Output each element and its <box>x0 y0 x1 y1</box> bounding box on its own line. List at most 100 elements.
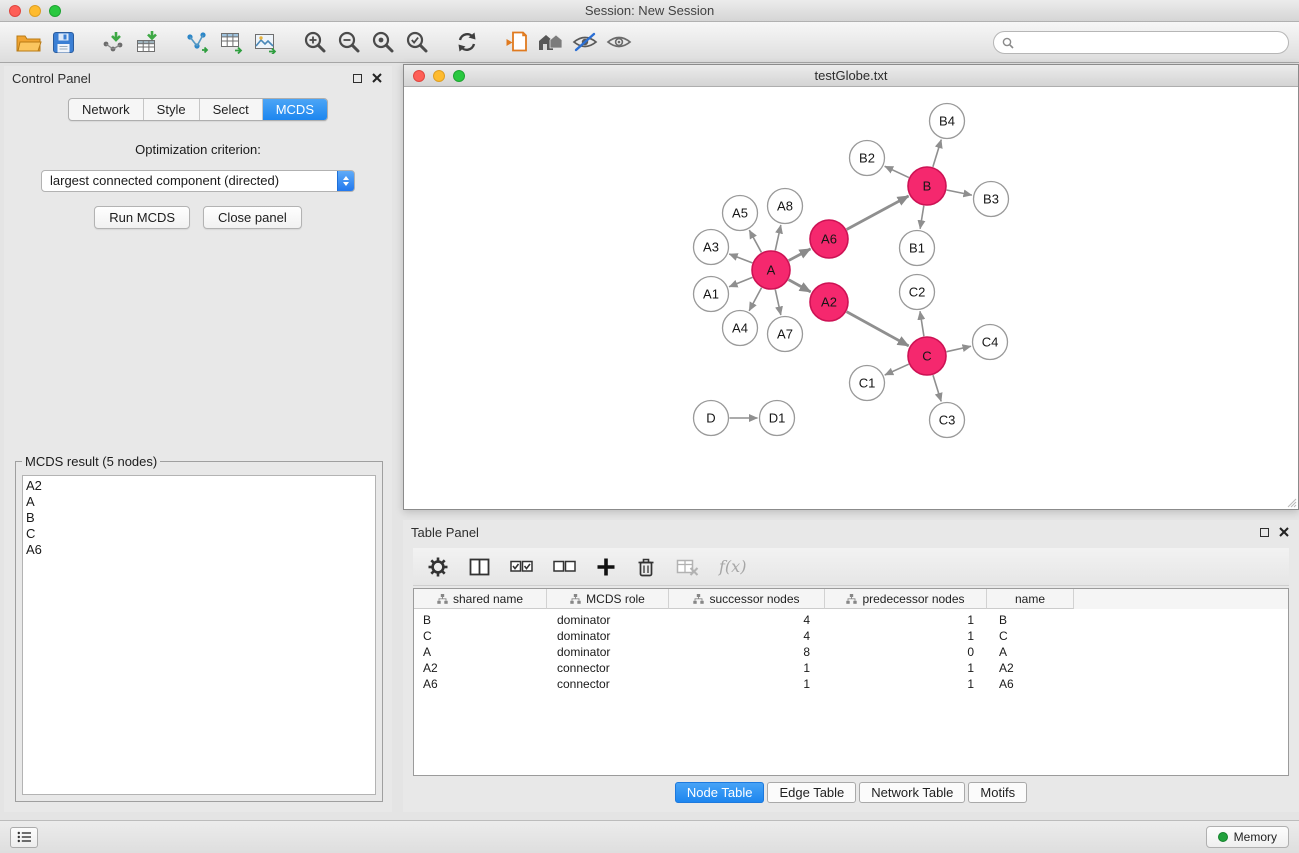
tab-edge-table[interactable]: Edge Table <box>767 782 856 803</box>
mcds-result-item[interactable]: A6 <box>26 542 375 558</box>
close-window-button[interactable] <box>9 5 21 17</box>
deselect-all-button[interactable] <box>553 554 576 580</box>
table-cell[interactable]: A6 <box>987 676 1074 692</box>
table-cell[interactable]: 1 <box>825 612 987 628</box>
delete-table-button[interactable] <box>676 554 699 580</box>
tab-motifs[interactable]: Motifs <box>968 782 1027 803</box>
tab-style[interactable]: Style <box>143 99 199 120</box>
select-all-button[interactable] <box>510 554 533 580</box>
table-cell[interactable]: 4 <box>669 628 825 644</box>
memory-button[interactable]: Memory <box>1206 826 1289 848</box>
graph-edge-B-B2[interactable] <box>885 166 909 177</box>
table-cell[interactable]: dominator <box>547 612 669 628</box>
table-close-panel-button[interactable] <box>1277 525 1291 539</box>
mcds-result-list[interactable]: A2ABCA6 <box>22 475 376 795</box>
graph-edge-C-C1[interactable] <box>885 364 909 375</box>
table-cell[interactable]: A <box>987 644 1074 660</box>
table-float-panel-button[interactable] <box>1257 525 1271 539</box>
table-cell[interactable]: dominator <box>547 628 669 644</box>
network-canvas[interactable]: B4B2BB3A5A8A6A3B1AC2A1A2A4A7C4CC1C3DD1 <box>404 87 1298 509</box>
annotations-button[interactable] <box>500 26 534 58</box>
table-cell[interactable]: B <box>414 612 547 628</box>
column-header-mcds-role[interactable]: MCDS role <box>547 589 669 609</box>
table-cell[interactable]: connector <box>547 660 669 676</box>
table-cell[interactable]: 1 <box>669 676 825 692</box>
tab-mcds[interactable]: MCDS <box>262 99 327 120</box>
graph-edge-A-A3[interactable] <box>729 254 752 263</box>
zoom-selected-button[interactable] <box>400 26 434 58</box>
graphics-details-button[interactable] <box>568 26 602 58</box>
graph-edge-C-C4[interactable] <box>947 346 971 351</box>
show-columns-button[interactable] <box>469 554 490 580</box>
network-graph[interactable]: B4B2BB3A5A8A6A3B1AC2A1A2A4A7C4CC1C3DD1 <box>404 87 1298 509</box>
birdseye-view-button[interactable] <box>534 26 568 58</box>
tab-network[interactable]: Network <box>69 99 143 120</box>
table-row[interactable]: A2connector11A2 <box>414 660 1288 676</box>
mcds-result-item[interactable]: A <box>26 494 375 510</box>
import-table-button[interactable] <box>130 26 164 58</box>
graph-edge-C-C3[interactable] <box>933 375 941 401</box>
resize-grip-icon[interactable] <box>1286 497 1297 508</box>
float-panel-button[interactable] <box>350 71 364 85</box>
mcds-result-item[interactable]: B <box>26 510 375 526</box>
table-settings-button[interactable] <box>427 554 449 580</box>
zoom-fit-button[interactable] <box>366 26 400 58</box>
table-row[interactable]: A6connector11A6 <box>414 676 1288 692</box>
graph-edge-A6-B[interactable] <box>847 196 909 229</box>
tab-network-table[interactable]: Network Table <box>859 782 965 803</box>
tab-select[interactable]: Select <box>199 99 262 120</box>
table-cell[interactable]: A2 <box>987 660 1074 676</box>
zoom-window-button[interactable] <box>49 5 61 17</box>
table-cell[interactable]: A <box>414 644 547 660</box>
graph-edge-B-B3[interactable] <box>947 190 972 195</box>
graph-edge-A-A4[interactable] <box>749 288 761 311</box>
mcds-result-item[interactable]: C <box>26 526 375 542</box>
graph-edge-A-A8[interactable] <box>775 225 781 250</box>
graph-edge-A2-C[interactable] <box>847 312 909 346</box>
save-session-button[interactable] <box>46 26 80 58</box>
table-cell[interactable]: 1 <box>825 628 987 644</box>
table-cell[interactable]: C <box>987 628 1074 644</box>
table-cell[interactable]: connector <box>547 676 669 692</box>
function-builder-button[interactable]: f(x) <box>719 554 746 580</box>
tab-node-table[interactable]: Node Table <box>675 782 765 803</box>
graph-edge-A-A7[interactable] <box>775 290 781 315</box>
export-network-button[interactable] <box>180 26 214 58</box>
minimize-window-button[interactable] <box>29 5 41 17</box>
table-cell[interactable]: 1 <box>825 660 987 676</box>
task-history-button[interactable] <box>10 827 38 848</box>
graph-edge-A-A1[interactable] <box>729 277 752 286</box>
graph-edge-A-A2[interactable] <box>789 280 811 292</box>
graph-edge-B-B4[interactable] <box>933 140 941 167</box>
table-cell[interactable]: B <box>987 612 1074 628</box>
export-table-button[interactable] <box>214 26 248 58</box>
table-cell[interactable]: C <box>414 628 547 644</box>
column-header-successor-nodes[interactable]: successor nodes <box>669 589 825 609</box>
close-panel-button-mcds[interactable]: Close panel <box>203 206 302 229</box>
optimization-dropdown[interactable]: largest connected component (directed) <box>41 170 355 192</box>
table-cell[interactable]: dominator <box>547 644 669 660</box>
table-cell[interactable]: A6 <box>414 676 547 692</box>
graph-edge-C-C2[interactable] <box>920 311 924 336</box>
run-mcds-button[interactable]: Run MCDS <box>94 206 190 229</box>
graph-edge-B-B1[interactable] <box>920 206 924 229</box>
show-hide-eye-button[interactable] <box>602 26 636 58</box>
export-image-button[interactable] <box>248 26 282 58</box>
graph-edge-A-A6[interactable] <box>789 249 811 261</box>
column-header-predecessor-nodes[interactable]: predecessor nodes <box>825 589 987 609</box>
mcds-result-item[interactable]: A2 <box>26 478 375 494</box>
table-cell[interactable]: 1 <box>669 660 825 676</box>
apply-layout-button[interactable] <box>450 26 484 58</box>
graph-edge-A-A5[interactable] <box>749 230 761 252</box>
search-input[interactable] <box>1019 36 1280 50</box>
network-close-button[interactable] <box>413 70 425 82</box>
table-row[interactable]: Adominator80A <box>414 644 1288 660</box>
zoom-out-button[interactable] <box>332 26 366 58</box>
table-cell[interactable]: 4 <box>669 612 825 628</box>
zoom-in-button[interactable] <box>298 26 332 58</box>
table-cell[interactable]: A2 <box>414 660 547 676</box>
table-cell[interactable]: 0 <box>825 644 987 660</box>
table-row[interactable]: Cdominator41C <box>414 628 1288 644</box>
delete-columns-button[interactable] <box>636 554 656 580</box>
column-header-shared-name[interactable]: shared name <box>414 589 547 609</box>
